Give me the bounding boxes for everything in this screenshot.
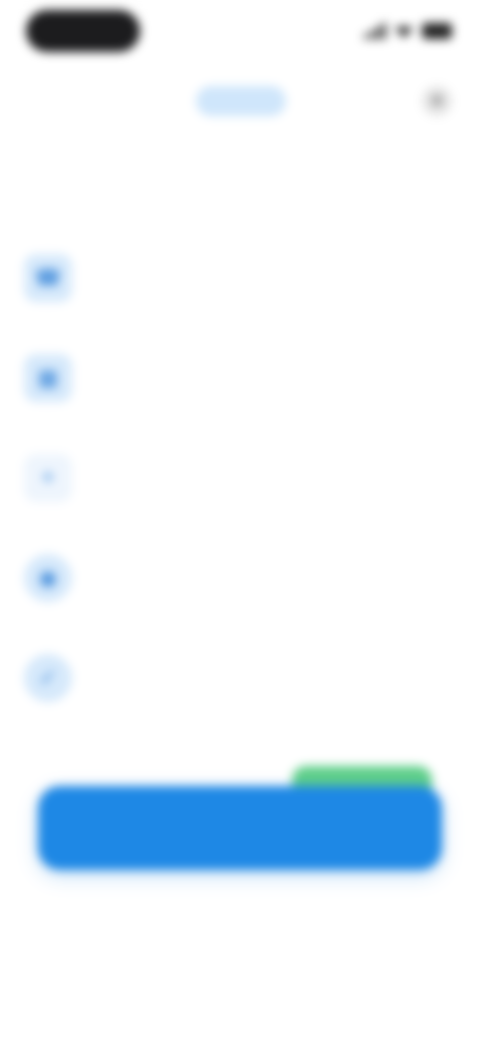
feature-item-check: ✓ <box>24 628 456 728</box>
phone-icon: ☎ <box>24 254 72 302</box>
feature-item-globe: ◉ <box>24 528 456 628</box>
globe-icon: ◉ <box>24 554 72 602</box>
app-logo-badge <box>196 86 286 116</box>
status-indicators <box>364 20 452 42</box>
feature-item-sparkle: ✦ <box>24 428 456 528</box>
wifi-icon <box>394 26 414 38</box>
close-button[interactable]: ✕ <box>422 86 452 116</box>
battery-icon <box>422 23 452 39</box>
calendar-icon: ▦ <box>24 354 72 402</box>
sparkle-icon: ✦ <box>24 454 72 502</box>
status-time-pill <box>26 10 140 52</box>
subscription-screen: ✕ ☎ ▦ ✦ ◉ ✓ <box>0 0 480 1040</box>
feature-list: ☎ ▦ ✦ ◉ ✓ <box>24 228 456 728</box>
close-icon: ✕ <box>429 90 445 111</box>
feature-item-calendar: ▦ <box>24 328 456 428</box>
signal-icon <box>364 23 386 39</box>
subscribe-button[interactable] <box>38 786 442 870</box>
check-circle-icon: ✓ <box>24 654 72 702</box>
feature-item-phone: ☎ <box>24 228 456 328</box>
